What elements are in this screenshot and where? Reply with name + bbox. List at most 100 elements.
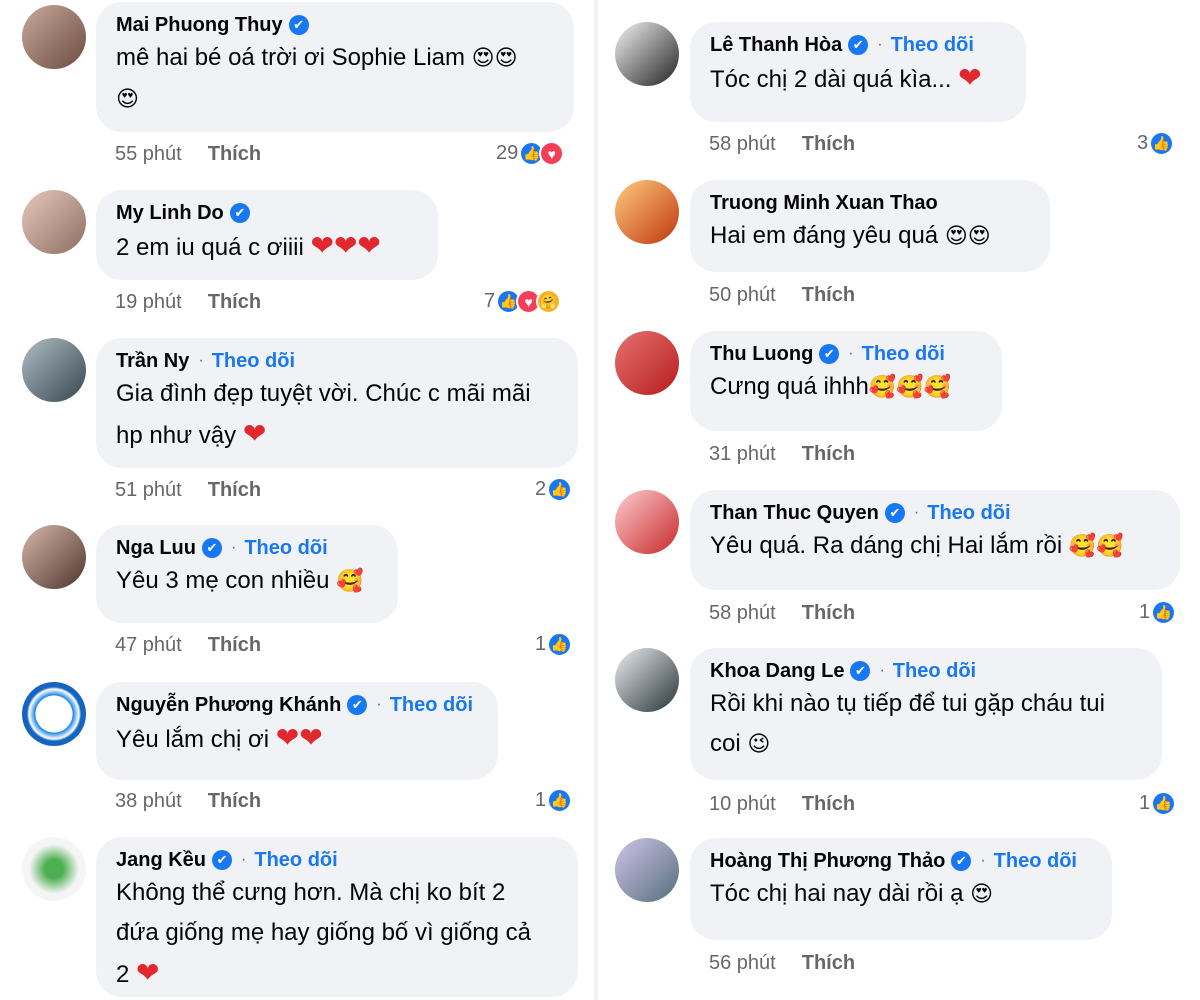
follow-link[interactable]: Theo dõi	[862, 343, 945, 366]
comment-text-line: mê hai bé oá trời ơi Sophie Liam 😍😍	[116, 44, 518, 71]
reaction-summary[interactable]: 3 👍	[1137, 131, 1175, 156]
like-button[interactable]: Thích	[802, 443, 855, 465]
comment-meta: 51 phút Thích	[115, 479, 261, 502]
follow-link[interactable]: Theo dõi	[254, 849, 337, 872]
reaction-count: 29	[496, 142, 519, 164]
follow-link[interactable]: Theo dõi	[994, 850, 1077, 873]
reaction-summary[interactable]: 7 👍 ♥ 🤗	[484, 289, 562, 314]
verified-badge-icon: ✔	[819, 344, 840, 364]
follow-link[interactable]: Theo dõi	[244, 537, 327, 560]
reaction-summary[interactable]: 1 👍	[1139, 600, 1177, 625]
like-button[interactable]: Thích	[802, 793, 855, 815]
commenter-name[interactable]: Mai Phuong Thuy	[116, 14, 283, 37]
like-button[interactable]: Thích	[802, 133, 855, 155]
comment-header: Hoàng Thị Phương Thảo ✔ · Theo dõi	[710, 848, 1092, 874]
avatar[interactable]	[615, 22, 679, 86]
like-icon: 👍	[1151, 600, 1177, 625]
comment-meta: 56 phút Thích	[709, 952, 855, 975]
comment-text-line: Cưng quá ihhh🥰🥰🥰	[710, 373, 952, 400]
commenter-name[interactable]: Hoàng Thị Phương Thảo	[710, 850, 945, 873]
comment-meta: 19 phút Thích	[115, 291, 261, 314]
commenter-name[interactable]: Nguyễn Phương Khánh	[116, 694, 341, 717]
like-button[interactable]: Thích	[208, 291, 261, 313]
timestamp[interactable]: 31 phút	[709, 443, 776, 465]
commenter-name[interactable]: Thu Luong	[710, 343, 813, 366]
comment-meta: 47 phút Thích	[115, 634, 261, 657]
like-button[interactable]: Thích	[208, 634, 261, 656]
like-button[interactable]: Thích	[802, 284, 855, 306]
avatar[interactable]	[615, 331, 679, 395]
timestamp[interactable]: 10 phút	[709, 793, 776, 815]
like-button[interactable]: Thích	[208, 143, 261, 165]
timestamp[interactable]: 58 phút	[709, 602, 776, 624]
follow-link[interactable]: Theo dõi	[893, 660, 976, 683]
comment-header: Lê Thanh Hòa ✔ · Theo dõi	[710, 32, 1006, 58]
comment-meta: 38 phút Thích	[115, 790, 261, 813]
avatar[interactable]	[22, 190, 86, 254]
comment-bubble: Jang Kều ✔ · Theo dõi Không thể cưng hơn. Mà…	[96, 837, 578, 997]
timestamp[interactable]: 51 phút	[115, 479, 182, 501]
avatar[interactable]	[22, 837, 86, 901]
commenter-name[interactable]: Lê Thanh Hòa	[710, 34, 842, 57]
separator-dot: ·	[879, 662, 885, 679]
timestamp[interactable]: 56 phút	[709, 952, 776, 974]
commenter-name[interactable]: Jang Kều	[116, 849, 206, 872]
comment-text-line: Rồi khi nào tụ tiếp để tui gặp cháu tui	[710, 690, 1105, 717]
comment-text-line: Tóc chị hai nay dài rồi ạ 😍	[710, 880, 994, 907]
commenter-name[interactable]: Trần Ny	[116, 350, 189, 373]
comment-bubble: My Linh Do ✔ 2 em iu quá c ơiiii ❤❤❤	[96, 190, 438, 280]
avatar[interactable]	[615, 648, 679, 712]
comment-header: Than Thuc Quyen ✔ · Theo dõi	[710, 500, 1160, 526]
follow-link[interactable]: Theo dõi	[390, 694, 473, 717]
reaction-summary[interactable]: 1 👍	[1139, 791, 1177, 816]
reaction-summary[interactable]: 1 👍	[535, 788, 573, 813]
like-button[interactable]: Thích	[802, 602, 855, 624]
comment-bubble: Nguyễn Phương Khánh ✔ · Theo dõi Yêu lắm chị…	[96, 682, 498, 780]
verified-badge-icon: ✔	[202, 538, 222, 558]
commenter-name[interactable]: Than Thuc Quyen	[710, 502, 879, 525]
like-button[interactable]: Thích	[208, 479, 261, 501]
commenter-name[interactable]: My Linh Do	[116, 202, 224, 225]
timestamp[interactable]: 50 phút	[709, 284, 776, 306]
reaction-count: 2	[535, 478, 547, 500]
verified-badge-icon: ✔	[850, 661, 871, 681]
love-icon: ♥	[539, 141, 565, 166]
comment-bubble: Thu Luong ✔ · Theo dõi Cưng quá ihhh🥰🥰🥰	[690, 331, 1002, 431]
avatar[interactable]	[615, 490, 679, 554]
comment-header: Mai Phuong Thuy ✔	[116, 12, 554, 38]
timestamp[interactable]: 19 phút	[115, 291, 182, 313]
comment-text-line: Yêu lắm chị ơi ❤❤	[116, 722, 323, 753]
follow-link[interactable]: Theo dõi	[927, 502, 1010, 525]
follow-link[interactable]: Theo dõi	[891, 34, 974, 57]
commenter-name[interactable]: Nga Luu	[116, 537, 196, 560]
timestamp[interactable]: 47 phút	[115, 634, 182, 656]
comment-meta: 31 phút Thích	[709, 443, 855, 466]
commenter-name[interactable]: Truong Minh Xuan Thao	[710, 192, 938, 215]
reaction-summary[interactable]: 29 👍 ♥	[496, 141, 565, 166]
like-button[interactable]: Thích	[802, 952, 855, 974]
comment-text-line: Yêu 3 mẹ con nhiều 🥰	[116, 567, 364, 594]
avatar[interactable]	[22, 5, 86, 69]
avatar[interactable]	[22, 338, 86, 402]
comment-header: Nguyễn Phương Khánh ✔ · Theo dõi	[116, 692, 478, 718]
separator-dot: ·	[376, 696, 382, 713]
comment-text-line: Tóc chị 2 dài quá kìa... ❤	[710, 62, 982, 93]
timestamp[interactable]: 55 phút	[115, 143, 182, 165]
reaction-summary[interactable]: 2 👍	[535, 477, 573, 502]
avatar[interactable]	[615, 180, 679, 244]
timestamp[interactable]: 58 phút	[709, 133, 776, 155]
commenter-name[interactable]: Khoa Dang Le	[710, 660, 844, 683]
like-button[interactable]: Thích	[208, 790, 261, 812]
avatar[interactable]	[22, 525, 86, 589]
comment-text-line: Gia đình đẹp tuyệt vời. Chúc c mãi mãi	[116, 380, 531, 407]
like-icon: 👍	[1149, 131, 1175, 156]
avatar[interactable]	[615, 838, 679, 902]
verified-badge-icon: ✔	[229, 203, 250, 223]
avatar[interactable]	[22, 682, 86, 746]
follow-link[interactable]: Theo dõi	[212, 350, 295, 373]
reaction-summary[interactable]: 1 👍	[535, 632, 573, 657]
comment-text-line: coi 😉	[710, 730, 771, 757]
comment-header: Thu Luong ✔ · Theo dõi	[710, 341, 982, 367]
timestamp[interactable]: 38 phút	[115, 790, 182, 812]
comment-header: Jang Kều ✔ · Theo dõi	[116, 847, 558, 873]
